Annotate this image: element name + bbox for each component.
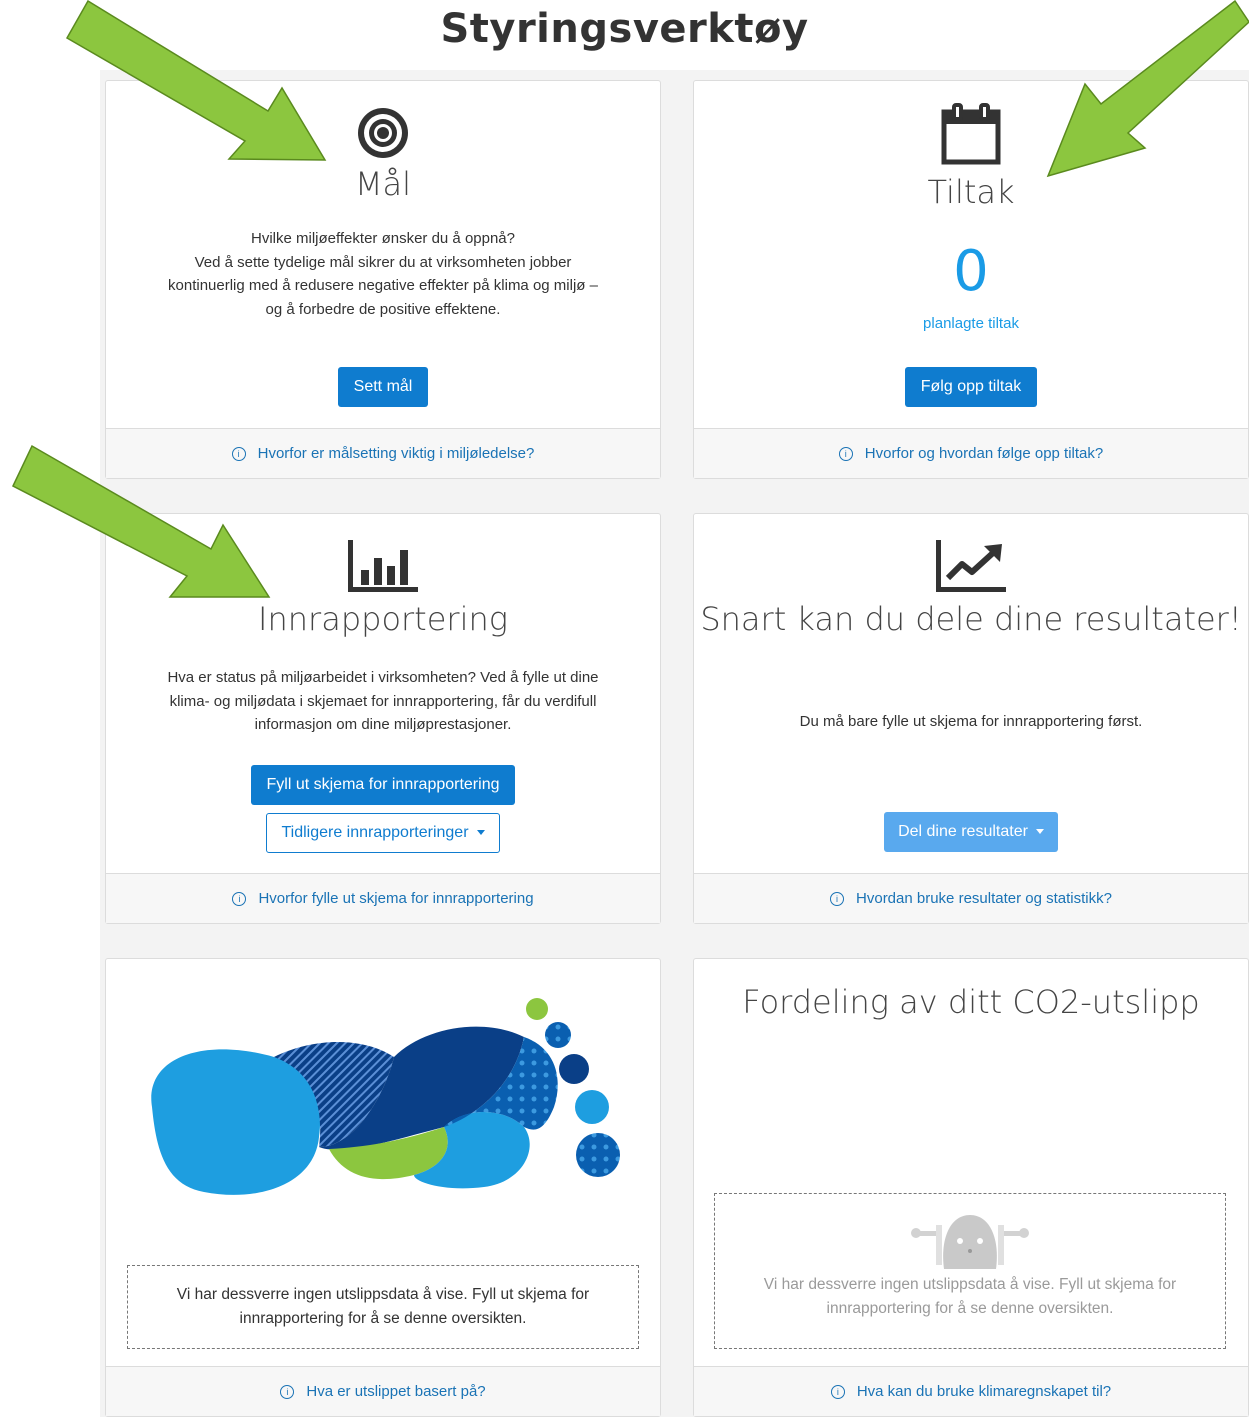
goals-description: Hvilke miljøeffekter ønsker du å oppnå? … bbox=[168, 230, 598, 318]
reporting-description: Hva er status på miljøarbeidet i virksom… bbox=[167, 669, 599, 733]
info-icon: i bbox=[830, 891, 845, 906]
co2-card: Fordeling av ditt CO2-utslipp Vi har des… bbox=[693, 958, 1249, 1417]
follow-up-actions-button[interactable]: Følg opp tiltak bbox=[904, 367, 1038, 407]
planned-actions-label: planlagte tiltak bbox=[923, 315, 1019, 332]
footprint-card: Vi har dessverre ingen utslippsdata å vi… bbox=[105, 958, 661, 1417]
share-help-link[interactable]: i Hvordan bruke resultater og statistikk… bbox=[694, 873, 1248, 923]
share-results-title: Snart kan du dele dine resultater! bbox=[700, 600, 1242, 638]
footprint-help-link[interactable]: i Hva er utslippet basert på? bbox=[106, 1366, 660, 1416]
info-icon: i bbox=[280, 1384, 295, 1399]
trending-up-icon bbox=[694, 538, 1248, 599]
caret-down-icon bbox=[476, 830, 485, 836]
reporting-title: Innrapportering bbox=[258, 600, 508, 638]
previous-reports-dropdown[interactable]: Tidligere innrapporteringer bbox=[266, 813, 500, 853]
sad-robot-icon bbox=[910, 1215, 1029, 1269]
goals-title: Mål bbox=[354, 165, 412, 203]
co2-help-link[interactable]: i Hva kan du bruke klimaregnskapet til? bbox=[694, 1366, 1248, 1416]
arrow-annotation-reporting bbox=[12, 444, 271, 598]
info-icon: i bbox=[830, 1384, 845, 1399]
reporting-help-link[interactable]: i Hvorfor fylle ut skjema for innrapport… bbox=[106, 873, 660, 923]
arrow-annotation-goals bbox=[65, 0, 327, 161]
co2-empty-message: Vi har dessverre ingen utslippsdata å vi… bbox=[714, 1193, 1226, 1349]
planned-actions-count: 0 bbox=[953, 239, 989, 304]
set-goals-button[interactable]: Sett mål bbox=[337, 367, 429, 407]
fill-report-form-button[interactable]: Fyll ut skjema for innrapportering bbox=[250, 765, 516, 805]
info-icon: i bbox=[838, 446, 853, 461]
info-icon: i bbox=[232, 891, 247, 906]
caret-down-icon bbox=[1035, 829, 1044, 835]
footprint-empty-message: Vi har dessverre ingen utslippsdata å vi… bbox=[127, 1265, 639, 1349]
share-results-text: Du må bare fylle ut skjema for innrappor… bbox=[799, 713, 1143, 730]
actions-help-link[interactable]: i Hvorfor og hvordan følge opp tiltak? bbox=[694, 428, 1248, 478]
footprint-illustration bbox=[144, 997, 624, 1212]
arrow-annotation-actions bbox=[1046, 0, 1249, 178]
share-results-dropdown[interactable]: Del dine resultater bbox=[884, 812, 1058, 852]
share-results-card: Snart kan du dele dine resultater! Du må… bbox=[693, 513, 1249, 924]
co2-title: Fordeling av ditt CO2-utslipp bbox=[742, 983, 1200, 1021]
